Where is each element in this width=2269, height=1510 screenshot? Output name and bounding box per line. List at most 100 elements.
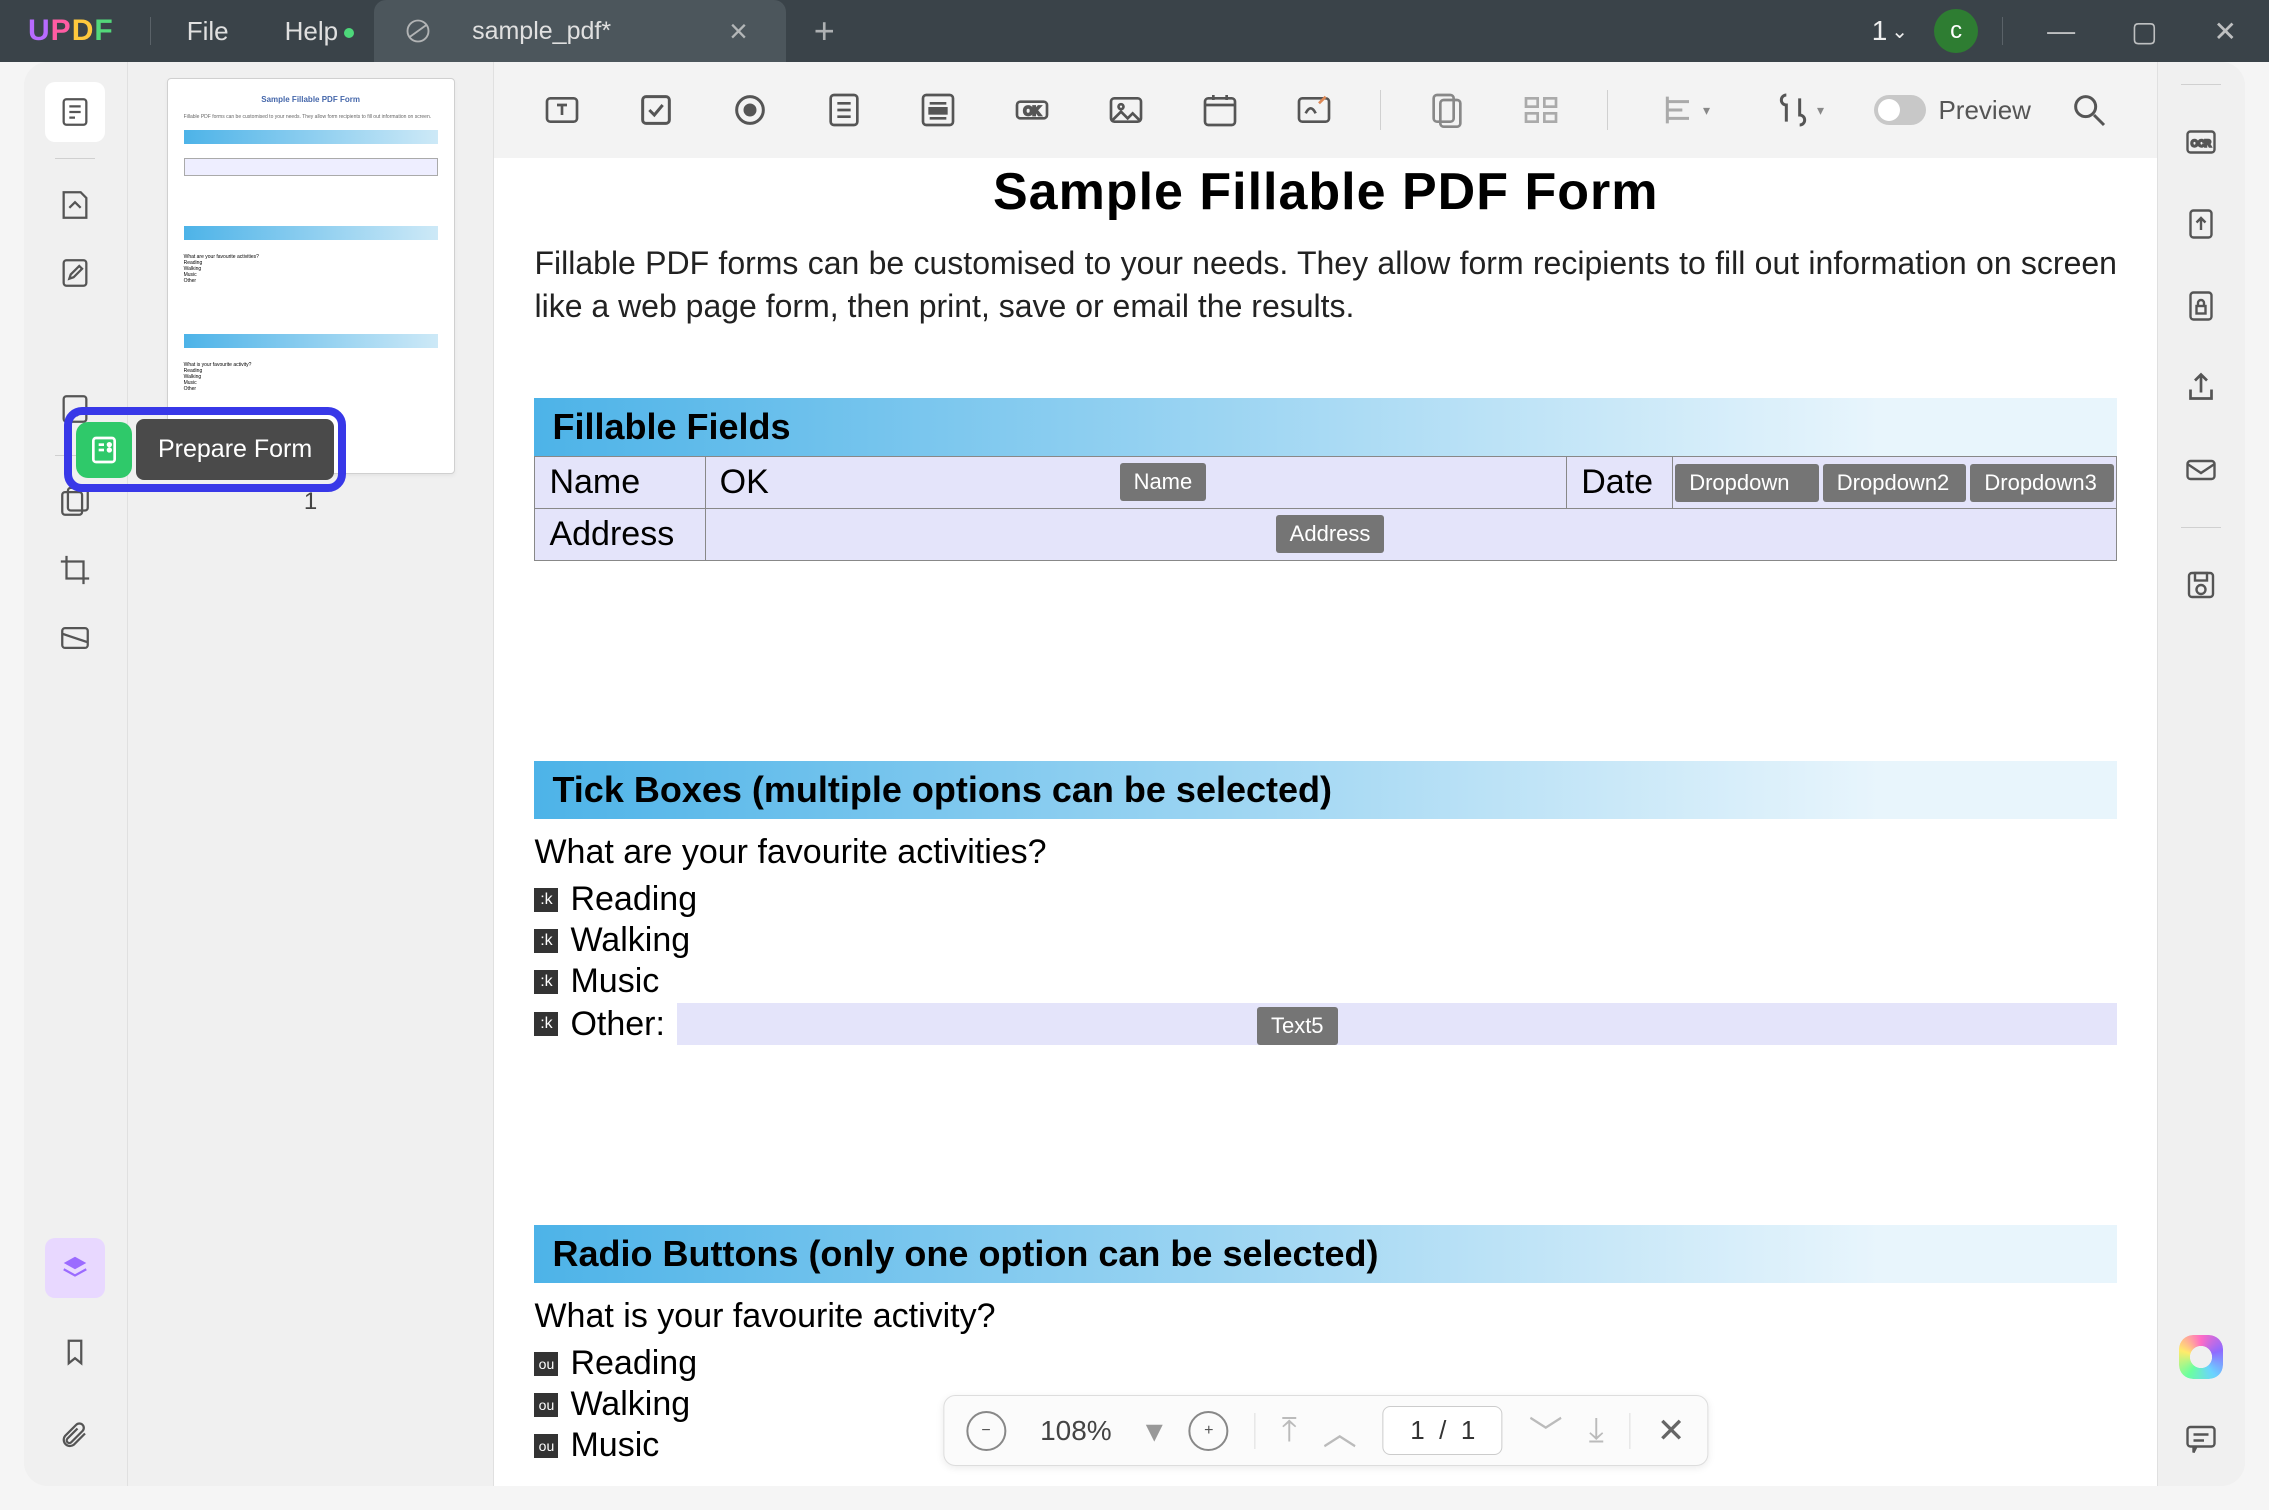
titlebar: UPDF File Help sample_pdf* × + 1 ⌄ c — ▢… bbox=[0, 0, 2269, 62]
date-label: Date bbox=[1567, 457, 1673, 509]
toggle-switch[interactable] bbox=[1874, 95, 1926, 125]
separator bbox=[1255, 1413, 1256, 1449]
left-sidebar bbox=[24, 62, 128, 1486]
notification-indicator[interactable]: 1 ⌄ bbox=[1862, 15, 1918, 47]
preview-toggle[interactable]: Preview bbox=[1874, 95, 2030, 126]
tool-comment-panel[interactable] bbox=[2176, 1414, 2226, 1464]
form-tools-button[interactable]: ▾ bbox=[1760, 82, 1836, 138]
ai-assistant-button[interactable] bbox=[2176, 1332, 2226, 1382]
tool-share[interactable] bbox=[2176, 363, 2226, 413]
form-text-field-button[interactable] bbox=[534, 82, 590, 138]
checkbox-music[interactable]: :kMusic bbox=[534, 962, 2116, 1001]
tool-email[interactable] bbox=[2176, 445, 2226, 495]
zoom-level: 108% bbox=[1032, 1415, 1120, 1447]
section-fillable-fields: Fillable Fields bbox=[534, 398, 2116, 456]
document-area: OK ▾ ▾ bbox=[494, 62, 2156, 1486]
thumbnail-page-number: 1 bbox=[304, 488, 317, 516]
form-date-button[interactable] bbox=[1192, 82, 1248, 138]
tool-layers[interactable] bbox=[45, 1238, 105, 1298]
window-close-button[interactable]: ✕ bbox=[2194, 15, 2257, 48]
form-image-button[interactable] bbox=[1098, 82, 1154, 138]
svg-text:OCR: OCR bbox=[2191, 139, 2212, 149]
separator bbox=[1380, 90, 1381, 130]
tool-comment[interactable] bbox=[45, 175, 105, 235]
ai-icon bbox=[2179, 1335, 2223, 1379]
form-radio-button[interactable] bbox=[722, 82, 778, 138]
prepare-form-label: Prepare Form bbox=[136, 419, 334, 480]
radio-icon: ou bbox=[534, 1352, 558, 1376]
tab-close-button[interactable]: × bbox=[721, 13, 756, 50]
text5-tag: Text5 bbox=[1257, 1007, 1338, 1045]
form-toolbar: OK ▾ ▾ bbox=[494, 62, 2156, 158]
last-page-button[interactable]: ⤓ bbox=[1589, 1411, 1604, 1450]
tick-question: What are your favourite activities? bbox=[534, 833, 2116, 872]
tool-attachment[interactable] bbox=[45, 1406, 105, 1466]
window-minimize-button[interactable]: — bbox=[2027, 15, 2095, 47]
prev-page-button[interactable]: ︿ bbox=[1323, 1406, 1357, 1455]
checkbox-icon: :k bbox=[534, 1012, 558, 1036]
checkbox-other[interactable]: :k Other: Text5 bbox=[534, 1003, 2116, 1045]
window-maximize-button[interactable]: ▢ bbox=[2111, 15, 2177, 48]
form-signature-button[interactable] bbox=[1286, 82, 1342, 138]
form-button-field-button[interactable]: OK bbox=[1004, 82, 1060, 138]
tab-add-button[interactable]: + bbox=[786, 10, 863, 52]
tool-crop[interactable] bbox=[45, 540, 105, 600]
section-tick-boxes: Tick Boxes (multiple options can be sele… bbox=[534, 761, 2116, 819]
dropdown1-tag[interactable]: Dropdown bbox=[1675, 464, 1819, 502]
form-checkbox-button[interactable] bbox=[628, 82, 684, 138]
dropdown3-tag[interactable]: Dropdown3 bbox=[1970, 464, 2114, 502]
radio-icon: ou bbox=[534, 1434, 558, 1458]
address-field[interactable]: Address bbox=[705, 509, 2116, 561]
name-field[interactable]: OK Name bbox=[705, 457, 1567, 509]
tool-bookmark[interactable] bbox=[45, 1322, 105, 1382]
document-tab[interactable]: sample_pdf* × bbox=[374, 0, 786, 62]
other-text-field[interactable]: Text5 bbox=[677, 1003, 2117, 1045]
separator bbox=[55, 158, 95, 159]
tool-redact[interactable] bbox=[45, 608, 105, 668]
prepare-form-callout: Prepare Form bbox=[64, 407, 346, 492]
zoom-out-button[interactable]: − bbox=[966, 1411, 1006, 1451]
tool-save[interactable] bbox=[2176, 560, 2226, 610]
date-dropdowns[interactable]: Dropdown Dropdown2 Dropdown3 bbox=[1673, 457, 2117, 509]
separator bbox=[2181, 84, 2221, 85]
form-recognize-button[interactable] bbox=[1419, 82, 1475, 138]
tool-edit[interactable] bbox=[45, 243, 105, 303]
radio-reading[interactable]: ouReading bbox=[534, 1344, 2116, 1383]
close-zoom-bar-button[interactable]: ✕ bbox=[1657, 1411, 1686, 1451]
search-button[interactable] bbox=[2061, 82, 2117, 138]
zoom-bar: − 108% ▾ + ⤒ ︿ ﹀ ⤓ ✕ bbox=[943, 1395, 1708, 1466]
tab-title: sample_pdf* bbox=[472, 17, 611, 46]
form-dropdown-button[interactable] bbox=[816, 82, 872, 138]
fillable-fields-table: Name OK Name Date Dropdown Dropdown2 Dro… bbox=[534, 456, 2116, 561]
page-input[interactable] bbox=[1383, 1406, 1503, 1455]
checkbox-reading[interactable]: :kReading bbox=[534, 880, 2116, 919]
svg-text:OK: OK bbox=[1024, 105, 1041, 118]
form-listbox-button[interactable] bbox=[910, 82, 966, 138]
user-avatar[interactable]: c bbox=[1934, 9, 1978, 53]
help-notification-dot bbox=[344, 28, 354, 38]
zoom-dropdown[interactable]: ▾ bbox=[1146, 1411, 1163, 1451]
checkbox-walking[interactable]: :kWalking bbox=[534, 921, 2116, 960]
form-align-button[interactable]: ▾ bbox=[1646, 82, 1722, 138]
tool-protect[interactable] bbox=[2176, 281, 2226, 331]
menu-help[interactable]: Help bbox=[257, 16, 366, 47]
tab-document-icon bbox=[404, 17, 432, 45]
separator bbox=[150, 17, 151, 45]
form-grid-button[interactable] bbox=[1513, 82, 1569, 138]
tool-ocr[interactable]: OCR bbox=[2176, 117, 2226, 167]
page-content: Sample Fillable PDF Form Fillable PDF fo… bbox=[494, 158, 2156, 1486]
menu-file[interactable]: File bbox=[159, 16, 257, 47]
tool-thumbnails[interactable] bbox=[45, 82, 105, 142]
zoom-in-button[interactable]: + bbox=[1189, 1411, 1229, 1451]
table-row: Name OK Name Date Dropdown Dropdown2 Dro… bbox=[535, 457, 2116, 509]
next-page-button[interactable]: ﹀ bbox=[1529, 1406, 1563, 1455]
tool-convert[interactable] bbox=[2176, 199, 2226, 249]
separator bbox=[1630, 1413, 1631, 1449]
separator bbox=[2181, 527, 2221, 528]
radio-question: What is your favourite activity? bbox=[534, 1297, 2116, 1336]
thumbnail-panel: Sample Fillable PDF Form Fillable PDF fo… bbox=[128, 62, 495, 1486]
address-label: Address bbox=[535, 509, 705, 561]
table-row: Address Address bbox=[535, 509, 2116, 561]
dropdown2-tag[interactable]: Dropdown2 bbox=[1823, 464, 1967, 502]
first-page-button[interactable]: ⤒ bbox=[1282, 1411, 1297, 1450]
